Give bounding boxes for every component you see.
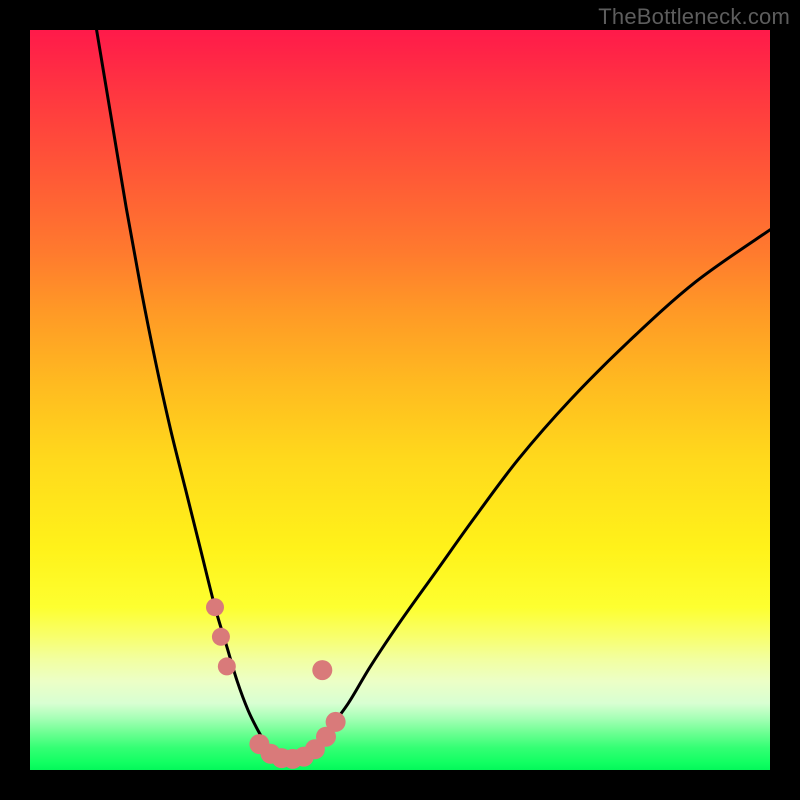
marker-dot — [326, 712, 346, 732]
marker-dot — [206, 598, 224, 616]
chart-svg — [30, 30, 770, 770]
curve-lines — [97, 30, 770, 760]
marker-dots — [206, 598, 346, 769]
marker-dot — [312, 660, 332, 680]
marker-dot — [212, 628, 230, 646]
chart-frame: TheBottleneck.com — [0, 0, 800, 800]
plot-area — [30, 30, 770, 770]
bottleneck-curve — [97, 30, 770, 760]
watermark-text: TheBottleneck.com — [598, 4, 790, 30]
marker-dot — [218, 657, 236, 675]
